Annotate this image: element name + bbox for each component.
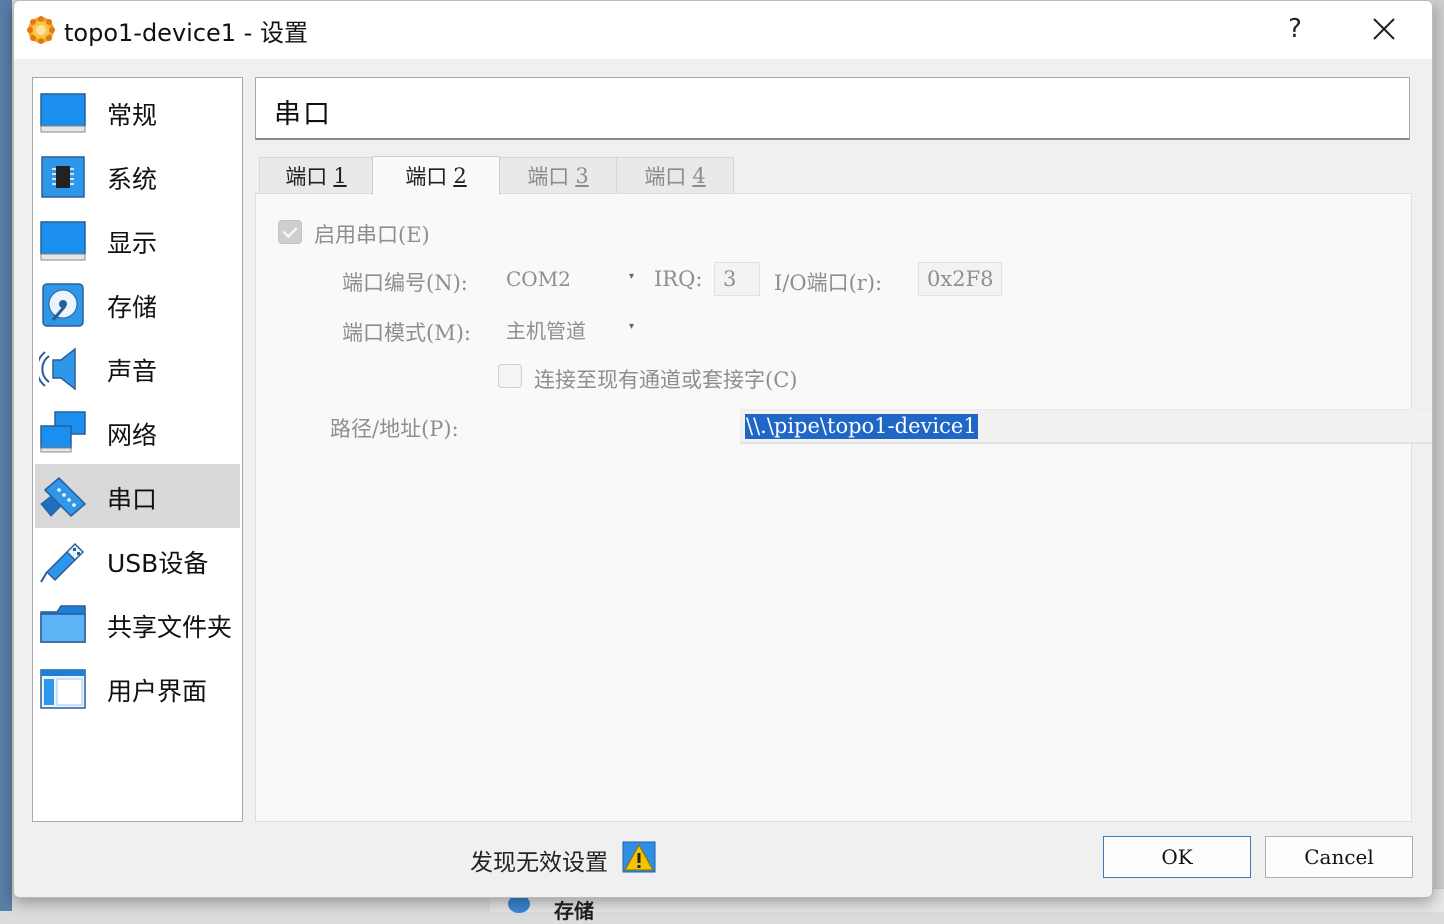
sidebar-item-system[interactable]: 系统 bbox=[35, 144, 240, 208]
monitor-icon bbox=[40, 93, 86, 133]
settings-sidebar: 常规 系统 显示 存储 声音 网络 串口 USB设备 共享文件夹 用户界面 bbox=[32, 77, 243, 822]
irq-field[interactable]: 3 bbox=[714, 262, 760, 296]
port-settings-panel: 启用串口(E) 端口编号(N): COM2 ▾ IRQ: 3 I/O端口(r):… bbox=[255, 193, 1432, 822]
sidebar-item-label: 共享文件夹 bbox=[107, 613, 233, 642]
tab-port-2[interactable]: 端口 2 bbox=[372, 156, 500, 195]
storage-disk-icon bbox=[42, 283, 84, 327]
sidebar-item-label: 存储 bbox=[107, 293, 158, 322]
invalid-settings-label: 发现无效设置 bbox=[470, 850, 608, 876]
chip-icon bbox=[41, 156, 85, 198]
port-number-label: 端口编号(N): bbox=[342, 271, 468, 295]
sidebar-item-label: 用户界面 bbox=[107, 677, 208, 706]
sidebar-item-label: 声音 bbox=[107, 357, 158, 386]
connect-existing-checkbox[interactable] bbox=[498, 364, 522, 388]
path-selected-text: \\.\pipe\topo1-device1 bbox=[745, 414, 978, 439]
tab-port-4[interactable]: 端口 4 bbox=[616, 157, 734, 194]
sidebar-item-label: 常规 bbox=[107, 101, 158, 130]
settings-dialog: topo1-device1 - 设置 ? 常规 系统 显示 存储 声音 网络 串… bbox=[13, 0, 1433, 898]
connect-existing-label: 连接至现有通道或套接字(C) bbox=[534, 368, 798, 392]
io-port-label: I/O端口(r): bbox=[774, 271, 883, 295]
sidebar-item-usb[interactable]: USB设备 bbox=[35, 528, 240, 592]
window-title: topo1-device1 - 设置 bbox=[64, 19, 308, 47]
port-mode-combo[interactable]: 主机管道 ▾ bbox=[498, 311, 638, 347]
sidebar-item-user-interface[interactable]: 用户界面 bbox=[35, 656, 240, 720]
serial-port-icon bbox=[40, 476, 87, 518]
sidebar-item-label: 网络 bbox=[107, 421, 158, 450]
close-button[interactable] bbox=[1364, 9, 1404, 49]
warning-icon[interactable] bbox=[622, 841, 656, 873]
sidebar-item-label: 系统 bbox=[107, 165, 158, 194]
chevron-down-icon: ▾ bbox=[628, 321, 634, 332]
io-port-field[interactable]: 0x2F8 bbox=[918, 262, 1002, 296]
irq-label: IRQ: bbox=[654, 267, 703, 291]
page-header: 串口 bbox=[255, 77, 1410, 140]
ok-button[interactable]: OK bbox=[1103, 836, 1251, 878]
sidebar-item-general[interactable]: 常规 bbox=[35, 80, 240, 144]
enable-serial-checkbox[interactable] bbox=[278, 220, 302, 244]
enable-serial-label: 启用串口(E) bbox=[314, 223, 430, 247]
sidebar-item-label: 串口 bbox=[107, 485, 158, 514]
close-icon bbox=[1373, 18, 1395, 40]
title-bar[interactable]: topo1-device1 - 设置 ? bbox=[14, 1, 1432, 59]
usb-icon bbox=[40, 542, 85, 583]
display-icon bbox=[40, 221, 86, 261]
sidebar-item-serial-ports[interactable]: 串口 bbox=[35, 464, 240, 528]
help-button[interactable]: ? bbox=[1278, 9, 1312, 49]
background-window-edge-right bbox=[1434, 0, 1444, 911]
sidebar-item-label: 显示 bbox=[107, 229, 158, 258]
port-mode-label: 端口模式(M): bbox=[342, 321, 471, 345]
cancel-button[interactable]: Cancel bbox=[1265, 836, 1413, 878]
tab-port-3[interactable]: 端口 3 bbox=[499, 157, 617, 194]
tab-port-1[interactable]: 端口 1 bbox=[259, 157, 373, 194]
port-number-combo[interactable]: COM2 ▾ bbox=[498, 261, 638, 297]
sidebar-item-label: USB设备 bbox=[107, 549, 209, 578]
background-partial-text: 存储 bbox=[554, 899, 594, 923]
path-input[interactable]: \\.\pipe\topo1-device1 bbox=[740, 409, 1432, 444]
sidebar-item-display[interactable]: 显示 bbox=[35, 208, 240, 272]
sidebar-item-network[interactable]: 网络 bbox=[35, 400, 240, 464]
user-interface-icon bbox=[40, 669, 86, 709]
page-title: 串口 bbox=[274, 99, 332, 130]
network-icon bbox=[40, 411, 86, 453]
speaker-icon bbox=[39, 347, 76, 391]
virtualbox-app-icon bbox=[27, 16, 55, 44]
sidebar-item-storage[interactable]: 存储 bbox=[35, 272, 240, 336]
sidebar-item-shared-folders[interactable]: 共享文件夹 bbox=[35, 592, 240, 656]
folder-icon bbox=[40, 605, 86, 643]
sidebar-item-audio[interactable]: 声音 bbox=[35, 336, 240, 400]
path-label: 路径/地址(P): bbox=[330, 417, 459, 441]
chevron-down-icon: ▾ bbox=[628, 271, 634, 282]
background-window-edge bbox=[0, 0, 12, 911]
